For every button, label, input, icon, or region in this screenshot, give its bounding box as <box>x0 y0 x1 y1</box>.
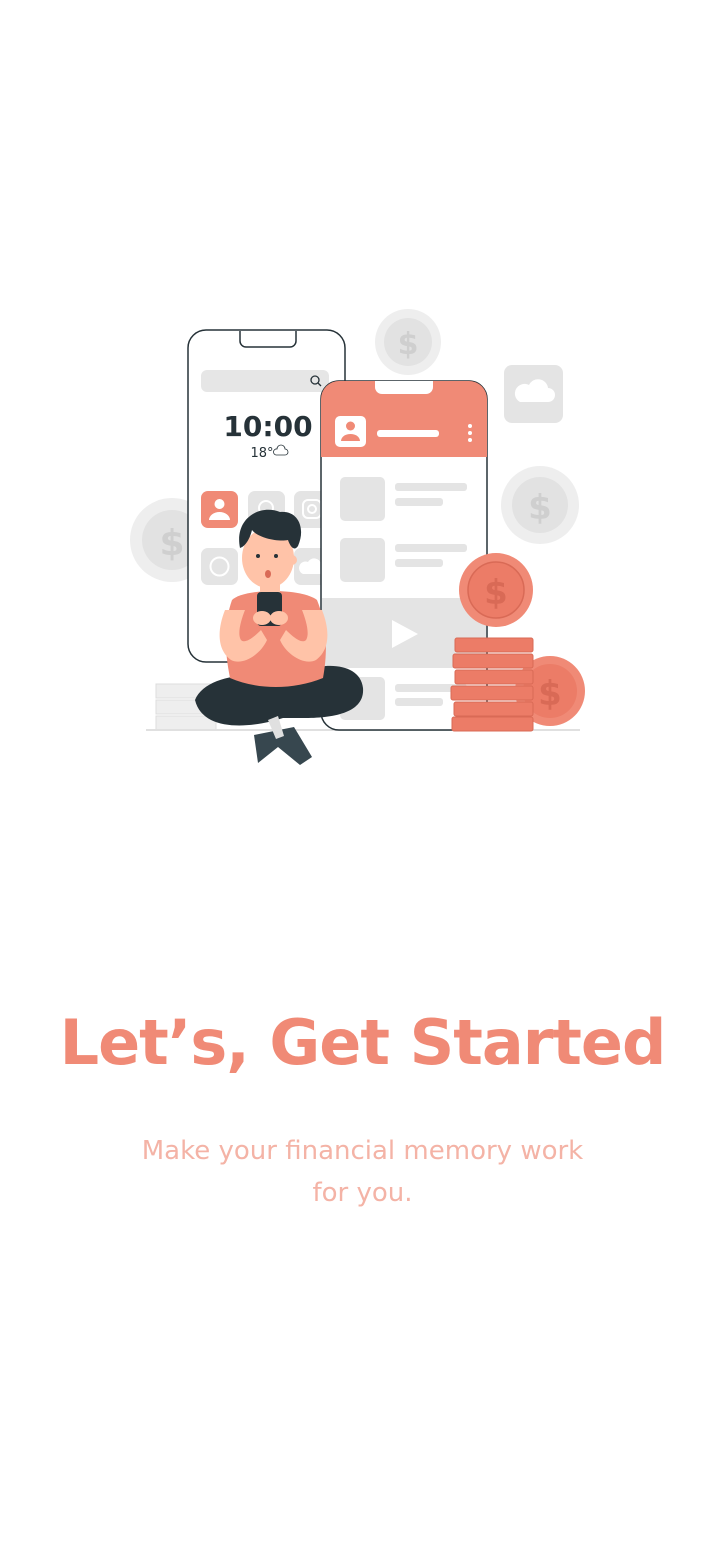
cloud-icon <box>504 365 563 423</box>
whatsapp-app-icon <box>201 548 238 585</box>
background-coin-icon: $ <box>375 309 441 375</box>
svg-text:$: $ <box>159 523 184 564</box>
svg-text:$: $ <box>528 488 552 528</box>
dollar-coin-icon: $ <box>459 553 533 627</box>
onboarding-screen: $ $ $ 10:00 18° $ $ Let’s, Get Started M… <box>0 0 725 1568</box>
contacts-app-icon <box>201 491 238 528</box>
background-coin-icon: $ <box>501 466 579 544</box>
phone-weather: 18° <box>250 446 273 461</box>
page-title: Let’s, Get Started <box>59 1006 667 1079</box>
page-subtitle: Make your financial memory work for you. <box>141 1136 584 1208</box>
svg-text:$: $ <box>538 674 562 714</box>
svg-text:$: $ <box>484 573 508 613</box>
more-vertical-icon <box>468 424 472 442</box>
profile-avatar-icon <box>335 416 366 447</box>
hero-illustration: $ $ $ 10:00 18° $ $ <box>130 309 585 765</box>
phone-clock: 10:00 <box>223 410 312 443</box>
svg-text:$: $ <box>398 327 419 362</box>
coin-stack-orange <box>450 637 534 732</box>
